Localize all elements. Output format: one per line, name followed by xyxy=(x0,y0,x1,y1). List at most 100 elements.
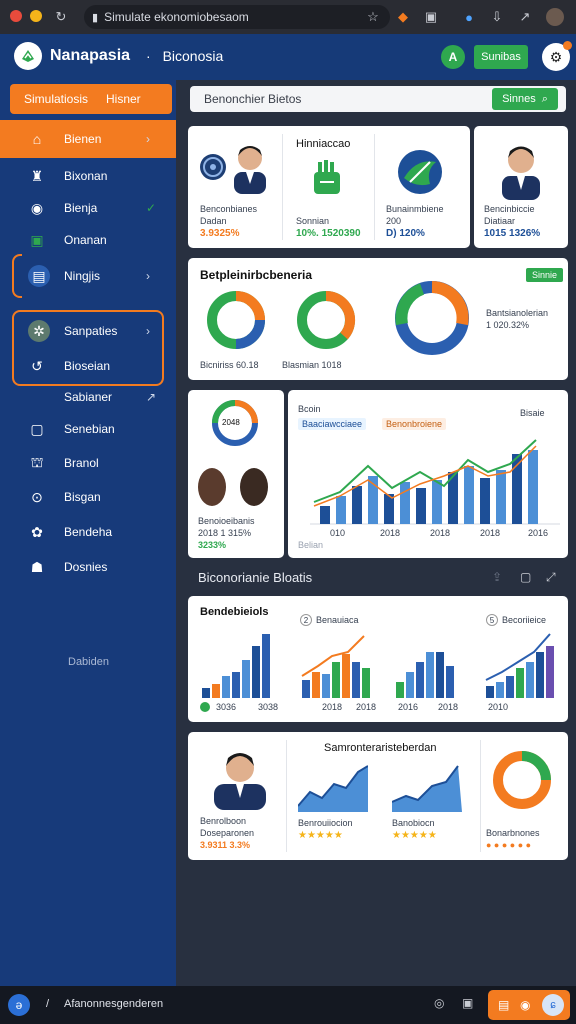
sidebar-item-2[interactable]: ◉ Bienja ✓ xyxy=(0,192,176,224)
sidebar-item-label: Onanan xyxy=(64,233,107,247)
app-subtitle: · Biconosia xyxy=(146,48,223,64)
search-button[interactable]: Sinnes ⌕ xyxy=(492,88,558,110)
donut-chart-1 xyxy=(207,291,265,349)
sidebar-top-label: Simulatiosis xyxy=(24,92,89,106)
lock-icon: ▮ xyxy=(92,11,99,24)
sidebar-item-label: Bioseian xyxy=(64,359,111,373)
ring-label: Bonarbnones xyxy=(486,828,540,838)
sidebar-item-label: Senebian xyxy=(64,422,115,436)
taskbar-path-sep: / xyxy=(46,998,50,1010)
mini-footer-label: 2018 xyxy=(438,702,459,712)
building-icon: ▤ xyxy=(28,265,50,287)
sidebar-item-1[interactable]: ♜ Bixonan xyxy=(0,160,176,192)
mini-badge-2: 5 Becoriieice xyxy=(486,614,546,626)
person-role: Doseparonen xyxy=(200,828,255,838)
extension-icon[interactable]: ◆ xyxy=(394,8,412,26)
calendar-icon[interactable]: ▣ xyxy=(462,996,473,1010)
search-input[interactable]: Benonchier Bietos xyxy=(204,92,301,106)
kpi-label: Sonnian xyxy=(296,216,330,226)
tray-settings-icon[interactable]: ◉ xyxy=(520,998,530,1012)
search-icon: ⊙ xyxy=(31,488,43,505)
bottom-card: Samronteraristeberdan Benrolboon Dosepar… xyxy=(188,732,568,860)
x-axis-label: 2016 xyxy=(528,528,549,538)
sidebar-item-4[interactable]: ▤ Ningjis › xyxy=(0,260,176,292)
mini-bar-line-chart-4 xyxy=(485,633,554,698)
refresh-icon: ↺ xyxy=(31,357,43,374)
person-avatar-2 xyxy=(240,468,268,506)
bookmark-star-icon[interactable]: ☆ xyxy=(364,8,382,26)
sidebar-item-12[interactable]: ☗ Dosnies xyxy=(0,551,176,583)
trend-menu[interactable]: Bisaie xyxy=(520,408,545,418)
mini-footer-label: 2018 xyxy=(356,702,377,712)
sidebar-item-10[interactable]: ⊙ Bisgan xyxy=(0,481,176,513)
globe-icon xyxy=(200,154,226,180)
mini-bar-chart-1 xyxy=(202,634,270,698)
sidebar-item-9[interactable]: ⛫ Branol xyxy=(0,447,176,479)
trend-side-card: 2048 Benoioeibanis 2018 1 315% 3233% xyxy=(188,390,284,558)
clock-icon[interactable]: ◎ xyxy=(434,996,444,1010)
profile-sync-icon[interactable]: ● xyxy=(460,8,478,26)
sidebar-item-label: Bienja xyxy=(64,201,98,215)
search-bar[interactable]: Benonchier Bietos Sinnes ⌕ xyxy=(190,86,566,112)
taskbar-tray: ▤ ◉ ɕ xyxy=(488,990,570,1020)
minimize-window-button[interactable] xyxy=(30,10,42,22)
sidebar-item-label: Bendeha xyxy=(64,525,113,539)
copy-icon[interactable]: ▢ xyxy=(520,570,531,584)
mini-footer-label: 3036 xyxy=(216,702,237,712)
sidebar-item-11[interactable]: ✿ Bendeha xyxy=(0,516,176,548)
expand-icon[interactable]: ⤢ xyxy=(546,570,556,585)
star-rating-icon: ★★★★★ xyxy=(298,830,343,841)
donut-panel-title: Betpleinirbcbeneria xyxy=(200,268,313,282)
sidebar-top-button[interactable]: Simulatiosis Hisner xyxy=(10,84,172,114)
chart-icon: ♜ xyxy=(30,167,44,184)
mini-footer-label: 2010 xyxy=(488,702,509,712)
download-icon[interactable]: ⇩ xyxy=(488,8,506,26)
puzzle-icon: ✿ xyxy=(31,523,43,540)
title-separator: · xyxy=(146,48,151,64)
mini-footer-label: 2018 xyxy=(322,702,343,712)
start-icon[interactable]: ə xyxy=(8,994,30,1016)
browser-profile-avatar[interactable] xyxy=(546,8,564,26)
sidebar-item-label: Bisgan xyxy=(64,490,101,504)
status-dot-icon xyxy=(200,702,210,712)
close-window-button[interactable] xyxy=(10,10,22,22)
sidebar-item-5[interactable]: ✲ Sanpaties › xyxy=(0,315,176,347)
sidebar-item-8[interactable]: ▢ Senebian xyxy=(0,413,176,445)
browser-chrome: ↻ ▮ Simulate ekonomiobesaom ☆ ◆ ▣ ● ⇩ ↗ xyxy=(0,0,576,34)
sidebar-item-0[interactable]: ⌂ Bienen › xyxy=(0,120,176,158)
sidebar-item-3[interactable]: ▣ Onanan xyxy=(0,224,176,256)
ring-chart xyxy=(493,751,551,809)
x-axis-label: 2018 xyxy=(380,528,401,538)
kpi-divider xyxy=(374,134,375,240)
header-action-button[interactable]: Sunibas xyxy=(474,45,528,69)
mini-badge-1: 2 Benauiaca xyxy=(300,614,359,626)
trend-footer: Belian xyxy=(298,540,324,550)
area-chart-1 xyxy=(298,765,368,812)
tab-icon[interactable]: ▣ xyxy=(422,8,440,26)
user-icon[interactable]: ⚙ xyxy=(542,41,572,71)
search-icon: ⌕ xyxy=(541,92,548,105)
trend-side-label: Benoioeibanis xyxy=(198,516,255,526)
users-icon: ☗ xyxy=(30,558,44,575)
sidebar-item-6[interactable]: ↺ Bioseian xyxy=(0,350,176,382)
app-logo[interactable] xyxy=(14,42,42,70)
bottom-divider xyxy=(480,740,481,852)
x-axis-label: 2018 xyxy=(430,528,451,538)
sidebar-item-7[interactable]: Sabianer ↗ xyxy=(0,381,176,413)
tray-profile-icon[interactable]: ɕ xyxy=(542,994,564,1016)
kpi-sublabel: 200 xyxy=(386,216,402,226)
trend-legend-2[interactable]: Benonbroiene xyxy=(382,418,447,430)
trend-side-value: 2018 1 315% xyxy=(198,528,252,538)
sidebar-item-label: Branol xyxy=(64,456,99,470)
donut-panel-tag[interactable]: Sinnie xyxy=(526,268,564,282)
taskbar-path-text[interactable]: Afanonnesgenderen xyxy=(64,998,163,1010)
trend-legend-1[interactable]: Baaciawcciaee xyxy=(298,418,367,430)
kpi-value: 10%. 1520390 xyxy=(296,228,361,239)
reload-icon[interactable]: ↻ xyxy=(52,8,70,26)
upload-icon[interactable]: ⇪ xyxy=(492,570,502,584)
tray-app-icon[interactable]: ▤ xyxy=(498,998,509,1012)
sidebar-item-label: Bixonan xyxy=(64,169,108,183)
address-bar[interactable]: ▮ Simulate ekonomiobesaom xyxy=(84,5,390,29)
user-initial-badge[interactable]: A xyxy=(441,45,465,69)
share-icon[interactable]: ↗ xyxy=(516,8,534,26)
